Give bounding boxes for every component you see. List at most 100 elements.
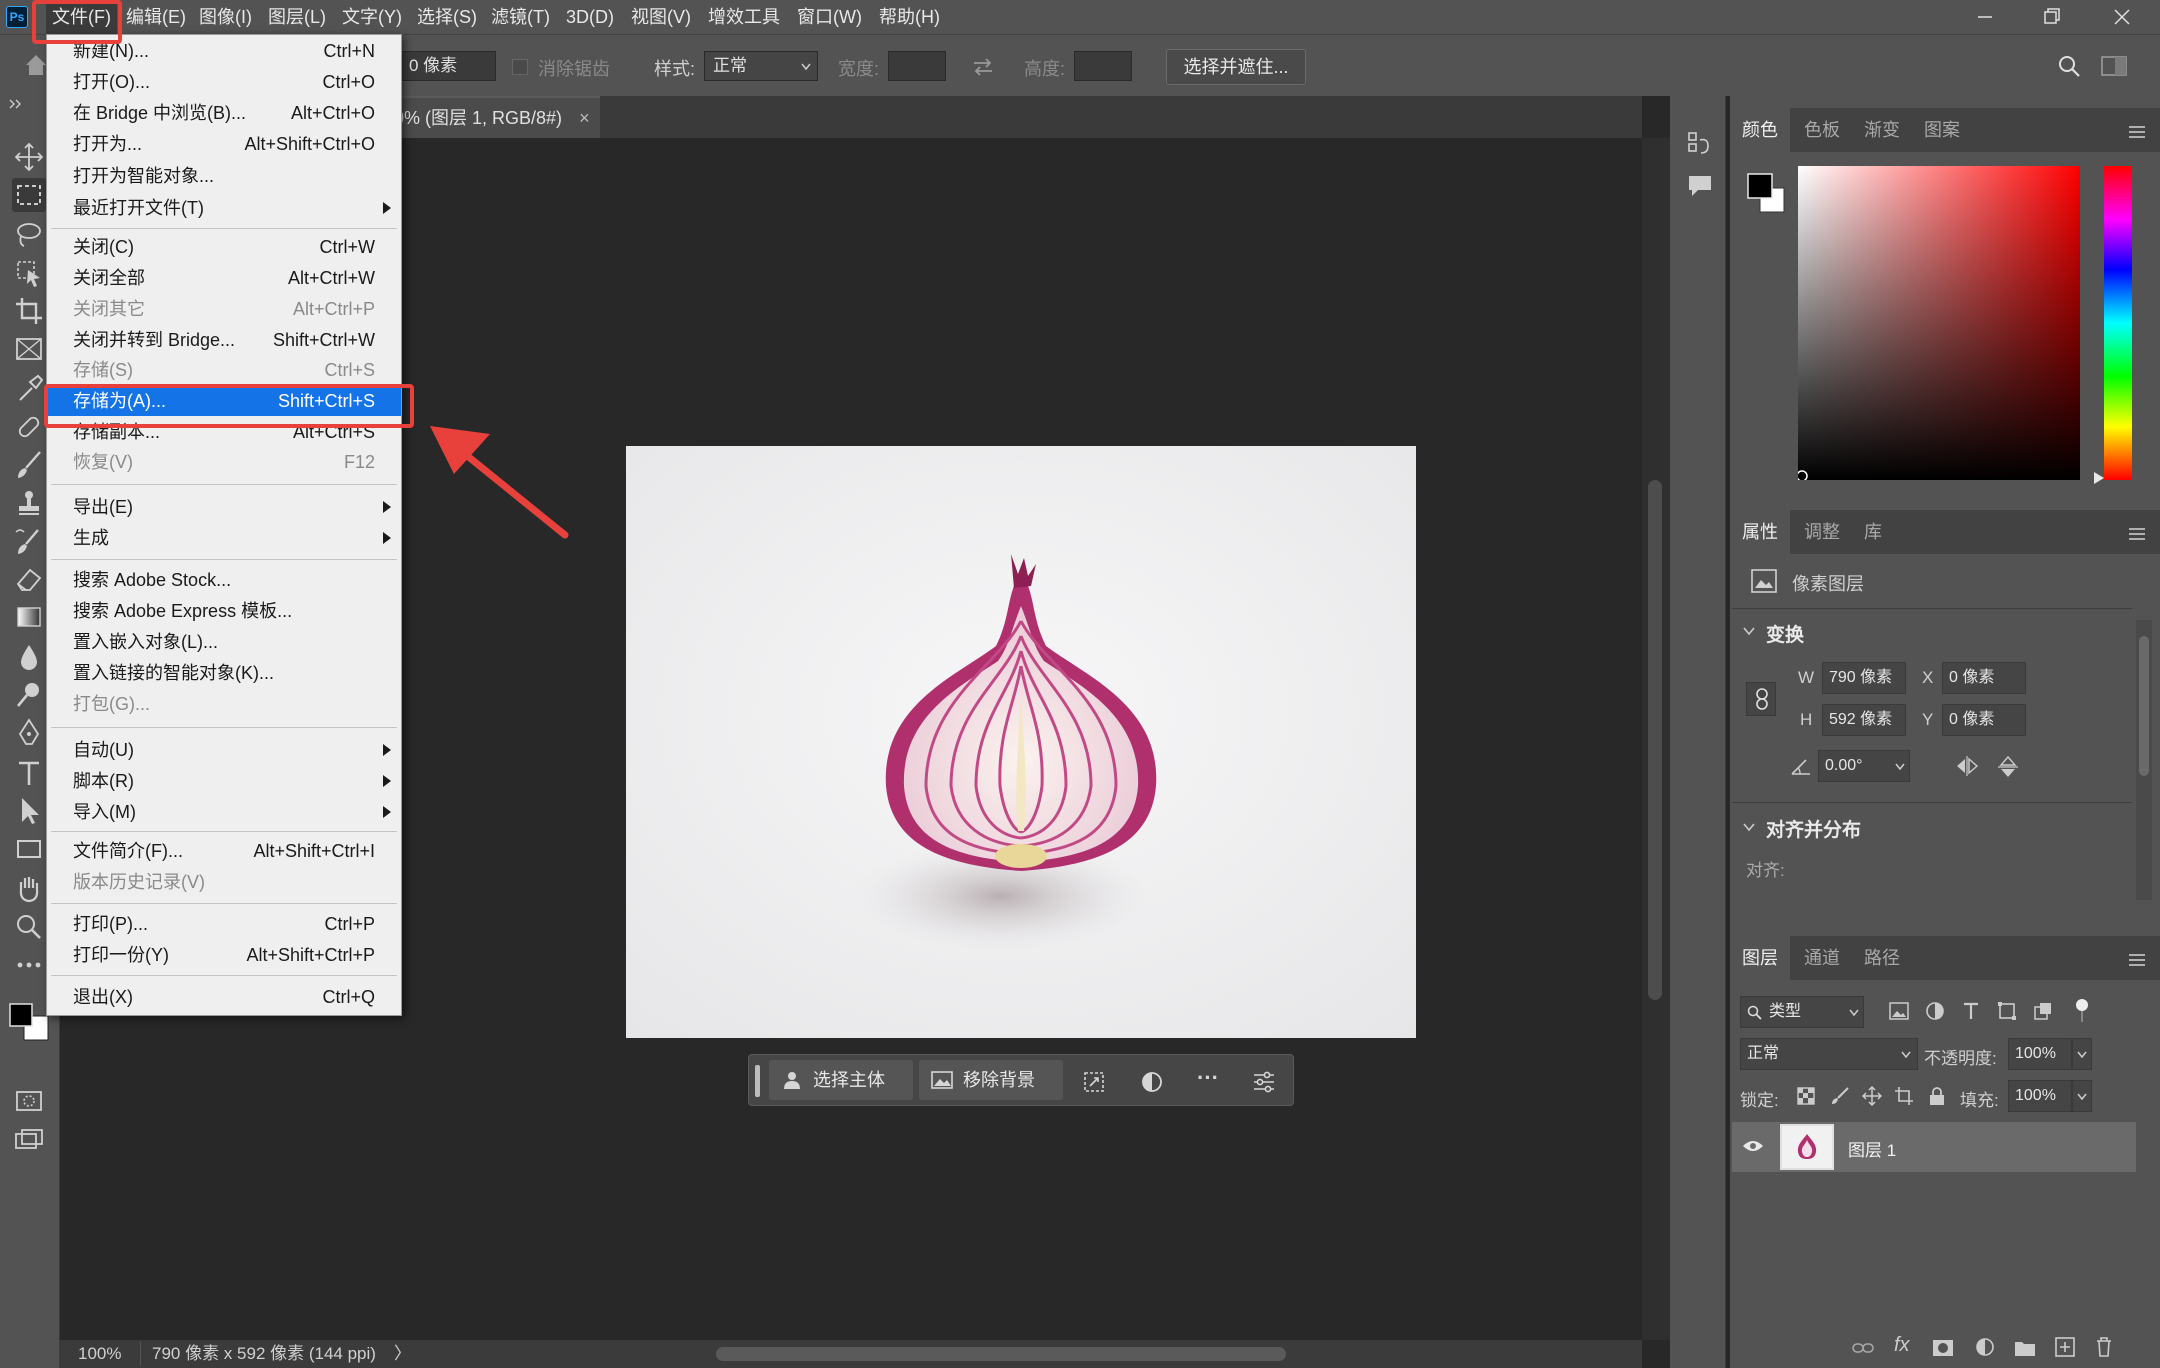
menu-item-exit[interactable]: 退出(X) Ctrl+Q (47, 982, 401, 1012)
select-and-mask-button[interactable]: 选择并遮住... (1166, 49, 1306, 85)
filter-smart-object-icon[interactable] (2032, 1000, 2054, 1022)
hue-slider-handle[interactable] (2094, 472, 2104, 484)
hue-slider[interactable] (2104, 166, 2132, 480)
document-tab[interactable]: 0% (图层 1, RGB/8#) × (370, 96, 600, 138)
minimize-icon[interactable] (1955, 0, 2015, 34)
menu-item-print-one-copy[interactable]: 打印一份(Y) Alt+Shift+Ctrl+P (47, 940, 401, 970)
menu-item-file-info[interactable]: 文件简介(F)... Alt+Shift+Ctrl+I (47, 836, 401, 866)
menu-item-open[interactable]: 打开(O)... Ctrl+O (47, 67, 401, 97)
layers-menu-icon[interactable] (2128, 954, 2146, 966)
align-section-title[interactable]: 对齐并分布 (1766, 815, 1861, 842)
new-adjustment-icon[interactable] (1974, 1336, 1996, 1358)
eyedropper-tool-icon[interactable] (12, 372, 46, 406)
tab-libraries[interactable]: 库 (1864, 510, 1882, 554)
path-selection-tool-icon[interactable] (12, 794, 46, 828)
height-field[interactable]: 592 像素 (1822, 704, 1906, 736)
quick-mask-icon[interactable] (12, 1084, 46, 1118)
menu-item-scripts[interactable]: 脚本(R) (47, 766, 401, 796)
menu-item-open-as[interactable]: 打开为... Alt+Shift+Ctrl+O (47, 129, 401, 159)
lock-pixels-icon[interactable] (1830, 1086, 1850, 1106)
flip-vertical-icon[interactable] (1996, 754, 2020, 780)
menu-select[interactable]: 选择(S) (417, 0, 477, 34)
x-field[interactable]: 0 像素 (1942, 662, 2026, 694)
horizontal-scroll-thumb[interactable] (716, 1347, 1286, 1361)
delete-layer-icon[interactable] (2094, 1336, 2114, 1358)
lasso-tool-icon[interactable] (12, 218, 46, 252)
blur-tool-icon[interactable] (12, 640, 46, 674)
transform-selection-icon[interactable] (1081, 1069, 1107, 1095)
y-field[interactable]: 0 像素 (1942, 704, 2026, 736)
width-input[interactable] (888, 51, 946, 81)
menu-filter[interactable]: 滤镜(T) (491, 0, 550, 34)
lock-all-icon[interactable] (1928, 1086, 1946, 1106)
panel-menu-icon[interactable] (2128, 126, 2146, 138)
screen-mode-icon[interactable] (12, 1124, 46, 1158)
menu-help[interactable]: 帮助(H) (879, 0, 940, 34)
new-group-icon[interactable] (2014, 1338, 2036, 1358)
menu-item-automate[interactable]: 自动(U) (47, 735, 401, 765)
opacity-field[interactable]: 100% (2008, 1038, 2072, 1070)
transform-section-title[interactable]: 变换 (1766, 620, 1804, 647)
lock-artboard-icon[interactable] (1894, 1086, 1914, 1106)
color-swatch-fg-bg[interactable] (1746, 170, 1786, 216)
height-input[interactable] (1074, 51, 1132, 81)
history-brush-tool-icon[interactable] (12, 524, 46, 558)
tab-color[interactable]: 颜色 (1730, 108, 1790, 152)
close-tab-icon[interactable]: × (579, 108, 590, 128)
menu-type[interactable]: 文字(Y) (342, 0, 402, 34)
comments-panel-icon[interactable] (1686, 172, 1714, 200)
collapse-toolbar-icon[interactable] (6, 98, 26, 110)
rectangle-tool-icon[interactable] (12, 832, 46, 866)
lock-transparent-icon[interactable] (1796, 1086, 1816, 1106)
menu-view[interactable]: 视图(V) (631, 0, 691, 34)
chevron-down-icon[interactable] (1742, 820, 1756, 834)
move-tool-icon[interactable] (12, 140, 46, 174)
rectangular-marquee-tool-icon[interactable] (12, 178, 46, 212)
menu-item-place-linked[interactable]: 置入链接的智能对象(K)... (47, 658, 401, 688)
width-field[interactable]: 790 像素 (1822, 662, 1906, 694)
remove-background-button[interactable]: 移除背景 (919, 1060, 1063, 1100)
eraser-tool-icon[interactable] (12, 562, 46, 596)
menu-item-search-adobe-stock[interactable]: 搜索 Adobe Stock... (47, 565, 401, 595)
style-select[interactable]: 正常 (704, 51, 818, 81)
tab-patterns[interactable]: 图案 (1924, 108, 1960, 152)
drag-handle[interactable] (755, 1065, 760, 1097)
tab-layers[interactable]: 图层 (1730, 936, 1790, 980)
dodge-tool-icon[interactable] (12, 678, 46, 712)
type-tool-icon[interactable] (12, 756, 46, 790)
menu-item-export[interactable]: 导出(E) (47, 492, 401, 522)
menu-3d[interactable]: 3D(D) (566, 0, 614, 34)
layer-row[interactable]: 图层 1 (1732, 1122, 2136, 1172)
lock-position-icon[interactable] (1862, 1086, 1882, 1106)
hand-tool-icon[interactable] (12, 872, 46, 906)
menu-item-print[interactable]: 打印(P)... Ctrl+P (47, 909, 401, 939)
new-layer-icon[interactable] (2054, 1336, 2076, 1358)
zoom-tool-icon[interactable] (12, 910, 46, 944)
menu-layer[interactable]: 图层(L) (268, 0, 326, 34)
flip-horizontal-icon[interactable] (1954, 754, 1980, 778)
more-tools-icon[interactable] (12, 948, 46, 982)
visibility-eye-icon[interactable] (1742, 1138, 1764, 1154)
tab-properties[interactable]: 属性 (1730, 510, 1790, 554)
feather-input[interactable]: 0 像素 (400, 51, 496, 81)
menu-item-open-recent[interactable]: 最近打开文件(T) (47, 193, 401, 223)
link-layers-icon[interactable] (1852, 1338, 1874, 1358)
menu-item-open-as-smart-object[interactable]: 打开为智能对象... (47, 161, 401, 191)
properties-scrollbar[interactable] (2136, 620, 2152, 900)
history-panel-icon[interactable] (1686, 130, 1714, 158)
contrast-icon[interactable] (1139, 1069, 1165, 1095)
menu-edit[interactable]: 编辑(E) (126, 0, 186, 34)
color-picker-field[interactable] (1798, 166, 2080, 480)
tab-paths[interactable]: 路径 (1864, 936, 1900, 980)
menu-item-generate[interactable]: 生成 (47, 523, 401, 553)
object-selection-tool-icon[interactable] (12, 256, 46, 290)
tab-adjustments[interactable]: 调整 (1804, 510, 1840, 554)
layer-name[interactable]: 图层 1 (1848, 1136, 1896, 1161)
close-window-icon[interactable] (2092, 0, 2152, 34)
opacity-dropdown[interactable] (2072, 1038, 2092, 1070)
menu-item-close-all[interactable]: 关闭全部 Alt+Ctrl+W (47, 263, 401, 293)
fx-icon[interactable]: fx (1894, 1334, 1918, 1360)
search-icon[interactable] (2056, 53, 2082, 79)
blend-mode-select[interactable]: 正常 (1740, 1038, 1918, 1070)
more-options-icon[interactable]: ··· (1191, 1065, 1225, 1095)
